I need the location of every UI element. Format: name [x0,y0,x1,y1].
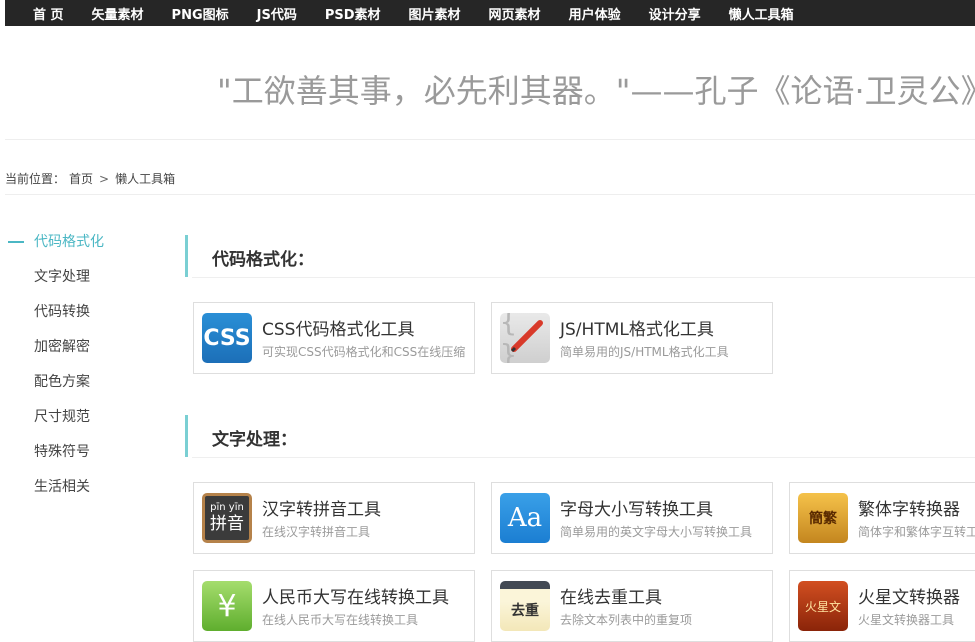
tool-desc: 简体字和繁体字互转工具 [858,525,975,539]
tool-desc: 去除文本列表中的重复项 [560,613,693,627]
dedupe-icon-text: 去重 [511,603,539,619]
section-divider [192,457,975,458]
section-title: 文字处理： [212,430,297,450]
page-quote: "工欲善其事，必先利其器。"——孔子《论语·卫灵公》 [217,72,975,110]
tool-name: 在线去重工具 [560,588,662,608]
traditional-chinese-icon-text: 簡繁 [809,511,837,527]
tool-card-pinyin[interactable]: pīn yīn 拼音 汉字转拼音工具 在线汉字转拼音工具 [193,482,475,554]
nav-vector[interactable]: 矢量素材 [64,4,144,23]
pencil-icon [510,320,543,353]
section-divider [192,277,975,278]
rmb-icon: ¥ [202,581,252,631]
tool-desc: 在线汉字转拼音工具 [262,525,371,539]
css-icon-text: CSS [203,325,251,351]
dedupe-icon: 去重 [500,581,550,631]
tool-name: 汉字转拼音工具 [262,500,381,520]
tool-card-martian[interactable]: 火星文 火星文转换器 火星文转换器工具 [789,570,975,642]
tool-card-dedupe[interactable]: 去重 在线去重工具 去除文本列表中的重复项 [491,570,773,642]
nav-js-code[interactable]: JS代码 [229,4,297,23]
tool-desc: 简单易用的JS/HTML格式化工具 [560,345,729,359]
divider [5,139,975,140]
tool-card-letter-case[interactable]: Aa 字母大小写转换工具 简单易用的英文字母大小写转换工具 [491,482,773,554]
sidebar-item-symbols[interactable]: 特殊符号 [5,438,155,473]
nav-toolbox[interactable]: 懒人工具箱 [701,4,794,23]
section-title: 代码格式化： [212,250,314,270]
martian-text-icon: 火星文 [798,581,848,631]
sidebar: 代码格式化 文字处理 代码转换 加密解密 配色方案 尺寸规范 特殊符号 生活相关 [5,228,155,508]
js-html-icon: { } [500,313,550,363]
sidebar-item-code-format[interactable]: 代码格式化 [5,228,155,263]
letter-case-icon: Aa [500,493,550,543]
tool-card-rmb[interactable]: ¥ 人民币大写在线转换工具 在线人民币大写在线转换工具 [193,570,475,642]
nav-web[interactable]: 网页素材 [461,4,541,23]
section-header-code-format: 代码格式化： [185,235,975,278]
css-icon: CSS [202,313,252,363]
breadcrumb: 当前位置： 首页 > 懒人工具箱 [5,170,175,187]
tool-card-css-format[interactable]: CSS CSS代码格式化工具 可实现CSS代码格式化和CSS在线压缩 [193,302,475,374]
nav-ux[interactable]: 用户体验 [541,4,621,23]
sidebar-item-text[interactable]: 文字处理 [5,263,155,298]
divider [5,194,975,195]
nav-psd[interactable]: PSD素材 [297,4,381,23]
tool-name: 字母大小写转换工具 [560,500,713,520]
tool-desc: 可实现CSS代码格式化和CSS在线压缩 [262,345,466,359]
sidebar-item-colors[interactable]: 配色方案 [5,368,155,403]
pinyin-icon-sub: pīn yīn [210,502,244,513]
tool-name: 繁体字转换器 [858,500,960,520]
traditional-chinese-icon: 簡繁 [798,493,848,543]
nav-home[interactable]: 首 页 [5,4,64,23]
rmb-icon-text: ¥ [217,588,237,624]
tool-card-traditional[interactable]: 簡繁 繁体字转换器 简体字和繁体字互转工具 [789,482,975,554]
sidebar-item-sizes[interactable]: 尺寸规范 [5,403,155,438]
breadcrumb-separator: > [99,171,110,186]
tool-card-js-html-format[interactable]: { } JS/HTML格式化工具 简单易用的JS/HTML格式化工具 [491,302,773,374]
nav-images[interactable]: 图片素材 [381,4,461,23]
breadcrumb-current[interactable]: 懒人工具箱 [115,170,175,187]
tool-name: 火星文转换器 [858,588,960,608]
martian-text-icon-text: 火星文 [804,599,841,614]
section-header-text: 文字处理： [185,415,975,458]
nav-design[interactable]: 设计分享 [621,4,701,23]
tool-name: JS/HTML格式化工具 [560,320,714,340]
sidebar-item-life[interactable]: 生活相关 [5,473,155,508]
sidebar-item-code-convert[interactable]: 代码转换 [5,298,155,333]
sidebar-item-crypto[interactable]: 加密解密 [5,333,155,368]
breadcrumb-home-link[interactable]: 首页 [69,170,93,187]
tool-name: CSS代码格式化工具 [262,320,415,340]
tool-desc: 火星文转换器工具 [858,613,955,627]
tool-name: 人民币大写在线转换工具 [262,588,449,608]
tool-desc: 在线人民币大写在线转换工具 [262,613,419,627]
breadcrumb-prefix: 当前位置： [5,172,66,186]
top-nav: 首 页 矢量素材 PNG图标 JS代码 PSD素材 图片素材 网页素材 用户体验… [5,0,975,26]
pinyin-icon: pīn yīn 拼音 [202,493,252,543]
letter-case-icon-text: Aa [507,503,543,533]
pinyin-icon-text: 拼音 [210,514,244,534]
tool-desc: 简单易用的英文字母大小写转换工具 [560,525,753,539]
nav-png-icons[interactable]: PNG图标 [144,4,229,23]
